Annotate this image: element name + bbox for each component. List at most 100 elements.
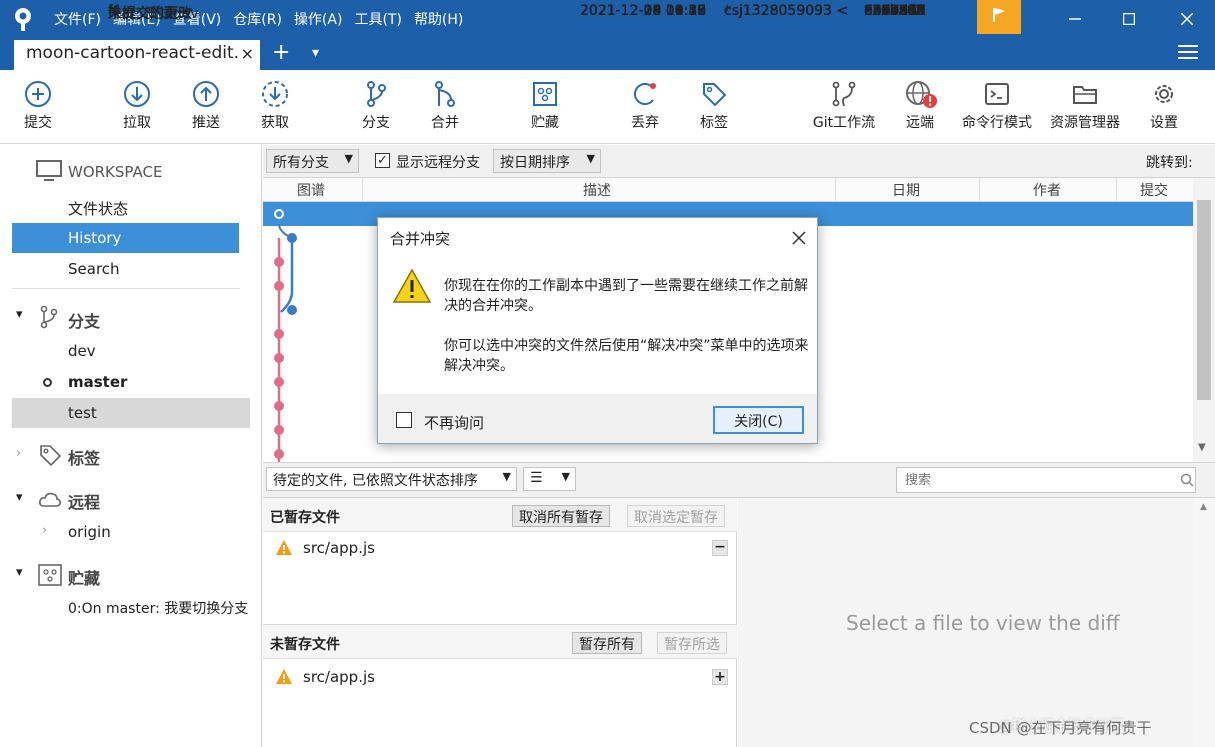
stash-label: 贮藏 bbox=[531, 115, 559, 131]
pull-label: 拉取 bbox=[123, 115, 151, 131]
tag-button[interactable]: 标签 bbox=[696, 80, 732, 132]
column-author[interactable]: 作者 bbox=[1033, 180, 1061, 200]
commit-table-header: 图谱 描述 日期 作者 提交 bbox=[263, 178, 1215, 202]
stash-button[interactable]: 贮藏 bbox=[527, 80, 563, 132]
tags-heading[interactable]: 标签 bbox=[68, 445, 100, 469]
commit-list-scrollbar[interactable]: ▼ bbox=[1193, 178, 1215, 462]
hamburger-menu-button[interactable] bbox=[1178, 44, 1198, 64]
file-search-input[interactable] bbox=[896, 467, 1196, 493]
scrollbar-thumb[interactable] bbox=[1197, 200, 1211, 400]
origin-expand-toggle[interactable]: › bbox=[42, 523, 47, 538]
discard-label: 丢弃 bbox=[631, 115, 659, 131]
remotes-heading[interactable]: 远程 bbox=[68, 489, 100, 513]
view-mode-dropdown[interactable]: ☰ ▼ bbox=[523, 467, 576, 491]
push-icon bbox=[193, 81, 219, 107]
commit-icon bbox=[25, 81, 51, 107]
stage-all-button[interactable]: 暂存所有 bbox=[572, 632, 642, 654]
push-button[interactable]: 推送 bbox=[188, 80, 224, 132]
show-remote-checkbox[interactable]: ✓ bbox=[375, 153, 390, 168]
pending-files-dropdown[interactable]: 待定的文件, 已依照文件状态排序 ▼ bbox=[266, 467, 517, 491]
settings-button[interactable]: 设置 bbox=[1146, 80, 1182, 132]
warning-icon bbox=[392, 268, 432, 303]
scroll-down-icon[interactable]: ▼ bbox=[1198, 442, 1206, 453]
menu-actions[interactable]: 操作(A) bbox=[294, 9, 343, 29]
sidebar-item-history[interactable]: History bbox=[12, 223, 239, 253]
settings-label: 设置 bbox=[1150, 115, 1178, 131]
dialog-title: 合并冲突 bbox=[390, 230, 451, 248]
dont-ask-label: 不再询问 bbox=[424, 414, 485, 432]
branch-icon bbox=[367, 81, 386, 107]
unstage-all-button[interactable]: 取消所有暂存 bbox=[512, 505, 610, 527]
sourcetree-logo-icon bbox=[15, 8, 31, 31]
discard-button[interactable]: 丢弃 bbox=[627, 80, 663, 132]
menu-file[interactable]: 文件(F) bbox=[54, 9, 101, 29]
dont-ask-checkbox[interactable] bbox=[396, 412, 412, 428]
tags-expand-toggle[interactable]: › bbox=[16, 446, 21, 461]
sidebar-item-branch-master[interactable]: master bbox=[68, 373, 127, 391]
conflict-warning-icon bbox=[276, 540, 292, 555]
remotes-collapse-toggle[interactable]: ▾ bbox=[16, 490, 23, 505]
unstage-selected-button[interactable]: 取消选定暂存 bbox=[627, 505, 725, 527]
merge-button[interactable]: 合并 bbox=[427, 80, 463, 132]
repo-tab[interactable]: moon-cartoon-react-edit. × bbox=[14, 40, 260, 70]
pull-button[interactable]: 拉取 bbox=[119, 80, 155, 132]
merge-conflict-dialog: 合并冲突 你现在在你的工作副本中遇到了一些需要在继续工作之前解决的合并冲突。 你… bbox=[377, 217, 818, 444]
menu-tools[interactable]: 工具(T) bbox=[354, 9, 401, 29]
unstage-file-button[interactable]: − bbox=[712, 540, 728, 556]
list-item[interactable]: src/app.js − bbox=[263, 536, 735, 562]
flag-button[interactable] bbox=[977, 0, 1021, 34]
close-window-button[interactable] bbox=[1160, 0, 1214, 38]
chevron-down-icon: ▼ bbox=[561, 470, 570, 483]
commit-node bbox=[274, 257, 284, 267]
dialog-message-line2: 你可以选中冲突的文件然后使用“解决冲突”菜单中的选项来解决冲突。 bbox=[444, 338, 809, 374]
sidebar-item-branch-dev[interactable]: dev bbox=[68, 342, 96, 360]
column-description[interactable]: 描述 bbox=[583, 180, 611, 200]
dialog-close-button[interactable] bbox=[791, 224, 807, 251]
unstaged-title: 未暂存文件 bbox=[270, 637, 340, 653]
column-commit[interactable]: 提交 bbox=[1140, 180, 1168, 200]
commit-node bbox=[274, 353, 284, 363]
sidebar-item-stash[interactable]: 0:On master: 我要切换分支 bbox=[68, 598, 254, 618]
commit-date: 2021-12-08 09:56 bbox=[580, 3, 707, 19]
stashes-heading[interactable]: 贮藏 bbox=[68, 565, 100, 589]
commit-button[interactable]: 提交 bbox=[20, 80, 56, 132]
minimize-button[interactable] bbox=[1048, 0, 1102, 38]
fetch-button[interactable]: 获取 bbox=[257, 80, 293, 132]
stage-selected-button[interactable]: 暂存所选 bbox=[657, 632, 727, 654]
branch-button[interactable]: 分支 bbox=[358, 80, 394, 132]
sort-dropdown[interactable]: 按日期排序 ▼ bbox=[493, 149, 601, 173]
new-tab-button[interactable]: + bbox=[272, 40, 290, 65]
terminal-icon bbox=[985, 83, 1009, 105]
maximize-button[interactable] bbox=[1102, 0, 1156, 38]
scroll-up-icon[interactable]: ▲ bbox=[1200, 502, 1207, 512]
stashes-collapse-toggle[interactable]: ▾ bbox=[16, 565, 23, 580]
explorer-button[interactable]: 资源管理器 bbox=[1046, 80, 1124, 132]
sidebar-item-remote-origin[interactable]: origin bbox=[68, 523, 111, 541]
branch-icon bbox=[40, 305, 58, 329]
branches-collapse-toggle[interactable]: ▾ bbox=[16, 307, 23, 322]
branches-heading[interactable]: 分支 bbox=[68, 308, 100, 332]
merge-icon bbox=[435, 81, 455, 107]
list-item[interactable]: src/app.js + bbox=[263, 665, 735, 691]
menu-repository[interactable]: 仓库(R) bbox=[233, 9, 282, 29]
dialog-close-action-button[interactable]: 关闭(C) bbox=[713, 406, 804, 434]
terminal-button[interactable]: 命令行模式 bbox=[958, 80, 1036, 132]
remote-button[interactable]: 远端 bbox=[902, 80, 938, 132]
diff-scrollbar[interactable]: ▲ bbox=[1194, 498, 1215, 747]
tab-list-button[interactable]: ▾ bbox=[312, 45, 319, 61]
sidebar-item-file-status[interactable]: 文件状态 bbox=[68, 198, 128, 219]
chevron-down-icon: ▼ bbox=[344, 152, 353, 165]
gitflow-button[interactable]: Git工作流 bbox=[808, 80, 880, 132]
sidebar-item-search[interactable]: Search bbox=[68, 260, 120, 278]
menu-help[interactable]: 帮助(H) bbox=[414, 9, 463, 29]
tab-close-button[interactable]: × bbox=[241, 44, 254, 63]
sidebar-item-branch-test[interactable]: test bbox=[12, 398, 250, 428]
commit-node bbox=[274, 449, 284, 459]
column-date[interactable]: 日期 bbox=[892, 180, 920, 200]
column-graph[interactable]: 图谱 bbox=[297, 180, 325, 200]
stage-file-button[interactable]: + bbox=[712, 669, 728, 685]
divider bbox=[362, 178, 363, 202]
commit-node bbox=[274, 377, 284, 387]
branch-filter-dropdown[interactable]: 所有分支 ▼ bbox=[266, 149, 359, 173]
unstaged-header: 未暂存文件 暂存所有 暂存所选 bbox=[263, 625, 737, 659]
